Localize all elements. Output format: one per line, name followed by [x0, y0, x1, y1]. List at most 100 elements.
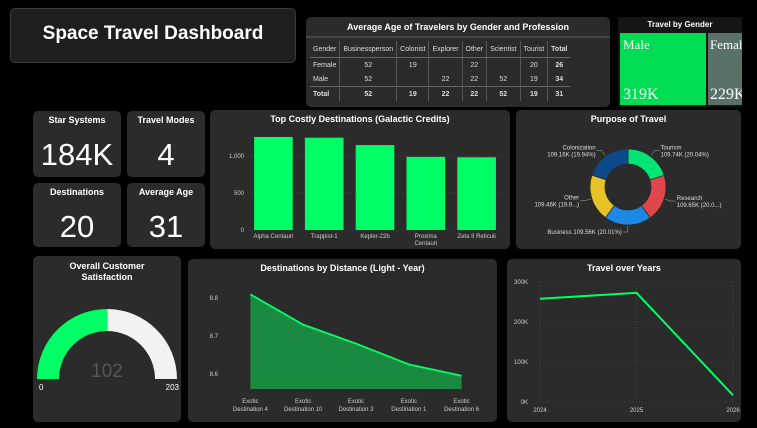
col-header-other[interactable]: Other: [461, 41, 487, 58]
slice-value-label: 109.74K (20.04%): [660, 153, 708, 159]
table-cell: 22: [461, 72, 487, 87]
table-cell: [396, 72, 429, 87]
table-cell: 22: [461, 57, 487, 72]
x-tick-label: Kepler-22b: [360, 234, 390, 240]
distance-card: Destinations by Distance (Light - Year) …: [188, 259, 497, 422]
col-header-total[interactable]: Total: [547, 41, 571, 58]
x-tick-label: 2025: [630, 408, 644, 414]
kpi-travel-modes: Travel Modes 4: [127, 111, 205, 177]
purpose-card: Purpose of Travel Tourism 109.74K (20.04%…: [516, 110, 741, 249]
table-total-row: Total 52 19 22 22 52 19 31: [310, 86, 571, 101]
col-header-tourist[interactable]: Tourist: [519, 41, 548, 58]
col-header-scientist[interactable]: Scientist: [486, 41, 521, 58]
donut-slice[interactable]: [627, 148, 665, 181]
bar[interactable]: [254, 136, 293, 230]
y-tick-label: 1,000: [229, 154, 245, 160]
distance-area-chart: 8.6 8.7 8.8 Exotic Destination 4 Exotic Destin…: [210, 293, 480, 413]
x-tick-label: Alpha Centauri: [254, 234, 294, 240]
satisfaction-card: Overall Customer Satisfaction 102 0 203: [33, 256, 181, 422]
donut-slice[interactable]: [591, 148, 629, 181]
leader-line: [596, 150, 606, 156]
table-cell: 20: [519, 57, 548, 72]
x-tick-label: Destination 6: [444, 407, 480, 413]
male-value: 319K: [623, 86, 659, 103]
bar[interactable]: [406, 156, 446, 230]
table-cell: 52: [486, 86, 521, 101]
table-row: Male 52 22 22 52 19 34: [310, 72, 571, 87]
kpi-destinations: Destinations 20: [33, 183, 121, 247]
x-tick-label: Destination 3: [338, 407, 374, 413]
x-tick-label: 2026: [726, 408, 740, 414]
x-tick-label: Destination 4: [233, 407, 269, 413]
col-header-explorer[interactable]: Explorer: [428, 41, 463, 58]
bar[interactable]: [304, 137, 344, 230]
table-cell: 19: [396, 57, 429, 72]
kpi-value: 184K: [40, 137, 114, 172]
table-cell: 52: [339, 86, 397, 101]
col-header-businessperson[interactable]: Businessperson: [339, 41, 397, 58]
table-cell: 31: [547, 86, 571, 101]
slice-label: Colonization: [563, 146, 596, 152]
bar[interactable]: [457, 157, 496, 230]
x-tick-label: Exotic: [295, 399, 311, 405]
y-tick-label: 8.7: [210, 334, 219, 340]
x-tick-label: Destination 10: [284, 407, 323, 413]
kpi-value: 4: [157, 137, 175, 172]
kpi-label: Travel Modes: [137, 115, 195, 125]
leader-line: [650, 150, 660, 156]
slice-label: Research: [677, 196, 703, 202]
slice-value-label: 109.65K (20.0...): [677, 203, 722, 209]
x-tick-label: Proxima: [415, 234, 438, 240]
kpi-value: 20: [59, 209, 95, 244]
y-tick-label: 200K: [514, 320, 528, 326]
x-tick-label: Destination 1: [391, 407, 427, 413]
gauge-min-label: 0: [39, 383, 44, 392]
purpose-donut-chart: Tourism109.74K (20.04%) Research109.65K (…: [534, 146, 722, 236]
female-value: 229K: [710, 86, 742, 103]
table-cell: 19: [396, 86, 429, 101]
slice-label: Business 109.56K (20.01%): [547, 230, 621, 236]
female-label: Female: [710, 37, 742, 52]
leader-line: [664, 198, 676, 202]
bar[interactable]: [355, 145, 395, 230]
y-tick-label: 100K: [514, 360, 528, 366]
x-tick-label: 2024: [533, 408, 547, 414]
kpi-label: Destinations: [49, 187, 104, 197]
gauge-value: 102: [91, 361, 123, 382]
x-tick-label: Zeta II Reticuli: [457, 234, 495, 240]
table-cell: 52: [339, 72, 397, 87]
male-label: Male: [623, 37, 650, 52]
gender-card: Travel by Gender Male 319K Female 229K: [618, 17, 742, 107]
age-table-header-bar: [306, 36, 610, 38]
table-cell: 19: [519, 72, 548, 87]
age-table-header-row: Gender Businessperson Colonist Explorer …: [310, 41, 571, 58]
treemap-tile-female[interactable]: Female 229K: [708, 33, 742, 105]
kpi-label: Star Systems: [48, 115, 106, 125]
table-cell: 34: [547, 72, 571, 87]
x-tick-label: Centauri: [414, 241, 437, 247]
table-cell: 19: [519, 86, 548, 101]
kpi-value: 31: [148, 209, 184, 244]
gender-title: Travel by Gender: [647, 20, 713, 29]
satisfaction-gauge: 102 0 203: [37, 309, 180, 392]
table-cell: 22: [428, 72, 463, 87]
y-tick-label: 8.6: [210, 372, 219, 378]
series-line[interactable]: [539, 291, 734, 396]
treemap-tile-male[interactable]: Male 319K: [620, 33, 706, 105]
table-cell: 22: [461, 86, 487, 101]
slice-label: Other: [564, 196, 579, 202]
years-card: Travel over Years 0K 100K 200K 300K 2024 2025…: [507, 259, 741, 422]
x-tick-label: Exotic: [401, 399, 417, 405]
x-tick-label: Exotic: [242, 399, 258, 405]
table-cell: 52: [339, 57, 397, 72]
col-header-colonist[interactable]: Colonist: [396, 41, 429, 58]
years-line-chart: 0K 100K 200K 300K 2024 2025 2026: [514, 280, 740, 414]
y-tick-label: 300K: [514, 280, 528, 286]
slice-value-label: 109.46K (19.9...): [534, 203, 579, 209]
table-cell: [428, 57, 463, 72]
col-header-gender[interactable]: Gender: [310, 41, 340, 58]
area-fill: [250, 294, 462, 389]
title-card: Space Travel Dashboard: [10, 8, 296, 63]
y-tick-label: 0K: [521, 400, 528, 406]
table-cell: 26: [547, 57, 571, 72]
